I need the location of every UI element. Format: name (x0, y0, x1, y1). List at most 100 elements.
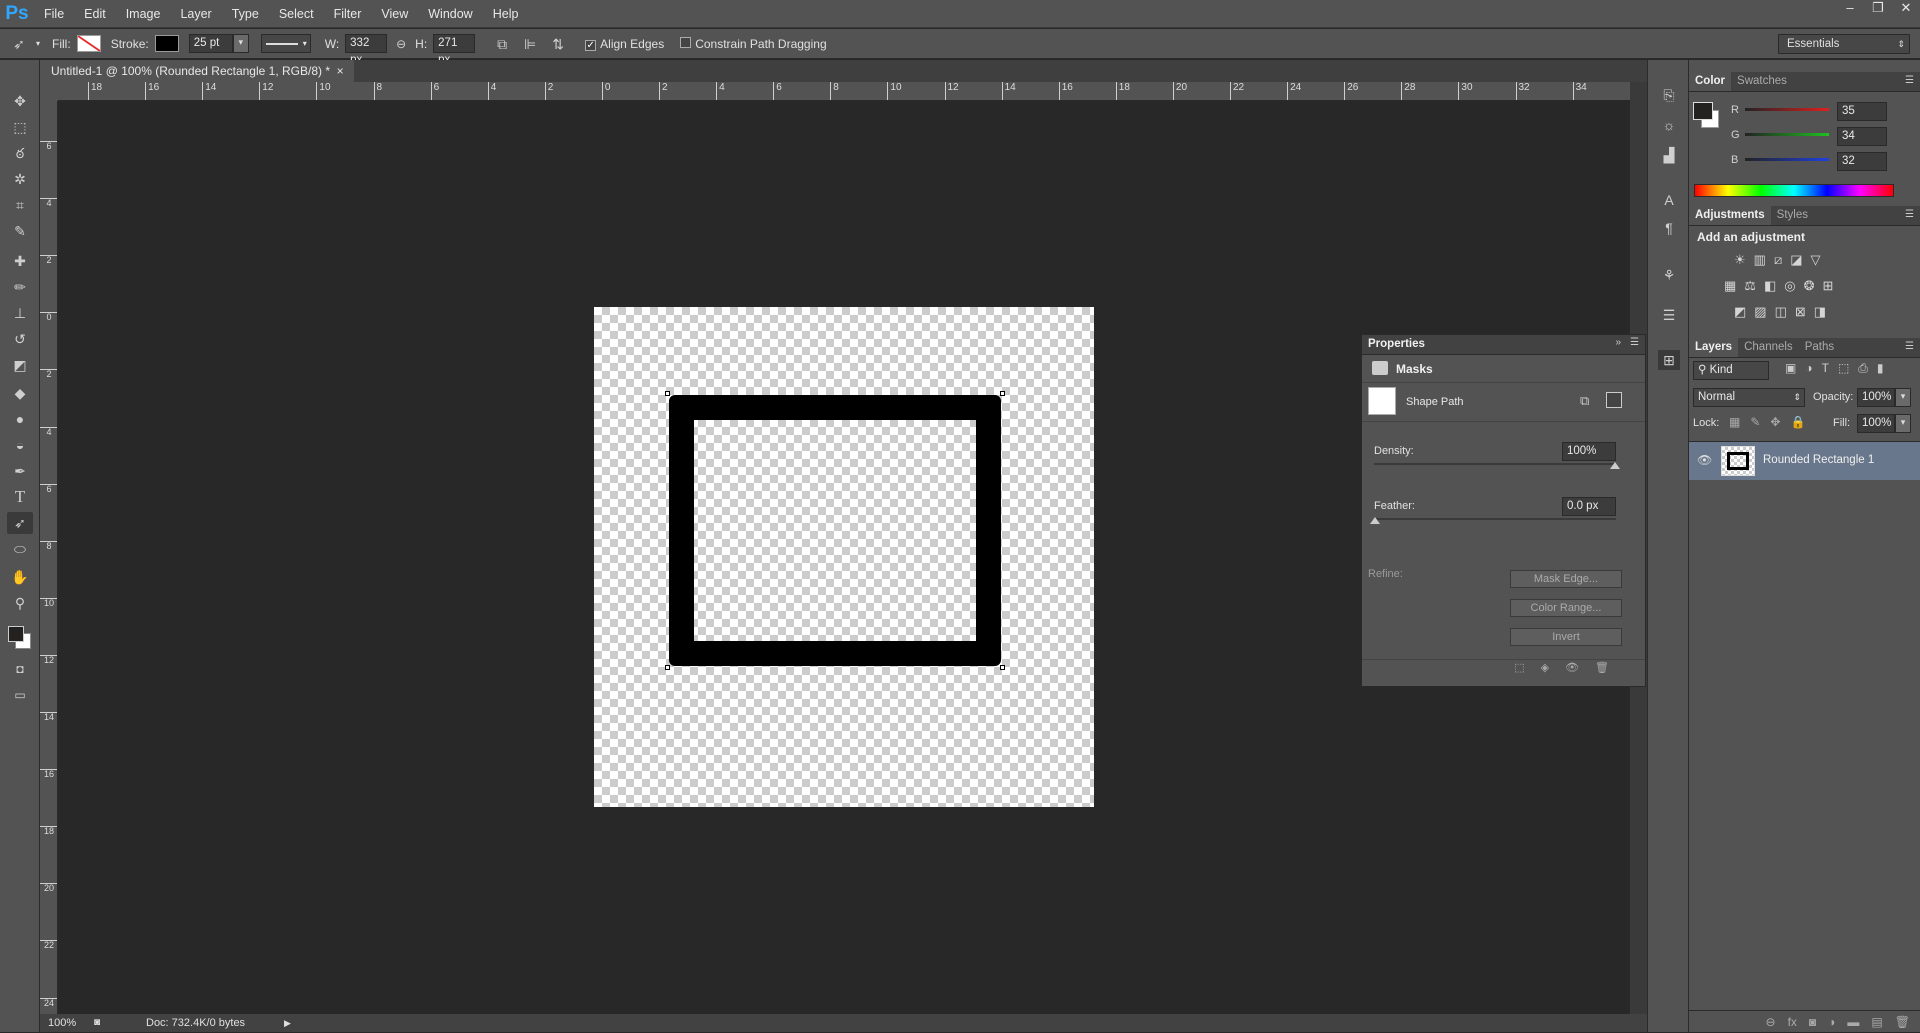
selective-color-icon[interactable]: ◨ (1814, 304, 1826, 320)
path-alignment-icon[interactable]: ⊫ (519, 34, 541, 54)
width-field[interactable]: 332 px (345, 34, 387, 53)
feather-slider[interactable] (1374, 518, 1616, 520)
delete-mask-icon[interactable]: 🗑 (1595, 660, 1609, 677)
lock-position-icon[interactable]: ✥ (1770, 415, 1780, 429)
pen-tool-icon[interactable]: ✒ (7, 460, 33, 482)
adjustment-filter-icon[interactable]: ◑ (1805, 361, 1812, 376)
threshold-icon[interactable]: ◫ (1775, 304, 1787, 320)
menu-help[interactable]: Help (483, 0, 529, 28)
tab-paths[interactable]: Paths (1799, 337, 1840, 357)
height-field[interactable]: 271 px (433, 34, 475, 53)
path-selection-tool-icon[interactable]: ➶ (8, 34, 30, 54)
type-tool-icon[interactable]: T (7, 486, 33, 508)
shape-tool-icon[interactable]: ⬭ (7, 538, 33, 560)
minimize-button[interactable]: – (1836, 0, 1864, 18)
brush-tool-icon[interactable]: ✏ (7, 276, 33, 298)
close-window-button[interactable]: ✕ (1892, 0, 1920, 18)
lasso-tool-icon[interactable]: ఠ (7, 142, 33, 164)
tab-styles[interactable]: Styles (1771, 205, 1814, 225)
close-tab-icon[interactable]: × (337, 64, 344, 78)
status-menu-arrow-icon[interactable]: ▶ (284, 1014, 291, 1032)
vibrance-icon[interactable]: ▽ (1811, 252, 1821, 268)
horizontal-ruler[interactable]: 1816141210864202468101214161820222426283… (58, 82, 1630, 101)
layer-row-rounded-rectangle[interactable]: 👁 Rounded Rectangle 1 (1689, 442, 1920, 480)
path-operations-icon[interactable]: ⧉ (491, 34, 513, 54)
opacity-dropdown[interactable]: ▾ (1895, 388, 1911, 407)
stroke-width-field[interactable]: 25 pt (189, 34, 233, 53)
menu-select[interactable]: Select (269, 0, 324, 28)
eyedropper-tool-icon[interactable]: ✎ (7, 220, 33, 242)
marquee-tool-icon[interactable]: ⬚ (7, 116, 33, 138)
red-slider[interactable] (1745, 108, 1829, 111)
menu-file[interactable]: File (34, 0, 74, 28)
mask-edge-button[interactable]: Mask Edge... (1510, 570, 1622, 588)
path-arrangement-icon[interactable]: ⇅ (547, 34, 569, 54)
brightness-icon[interactable]: ☀ (1734, 252, 1746, 268)
blue-slider[interactable] (1745, 158, 1829, 161)
color-spectrum-ramp[interactable] (1694, 184, 1894, 197)
zoom-tool-icon[interactable]: ⚲ (7, 592, 33, 614)
rounded-rectangle-shape[interactable] (669, 395, 1001, 666)
move-tool-icon[interactable]: ✥ (7, 90, 33, 112)
invert-icon[interactable]: ◩ (1734, 304, 1746, 320)
histogram-panel-icon[interactable]: ▟ (1658, 145, 1680, 165)
brush-panel-icon[interactable]: ⚘ (1658, 265, 1680, 285)
blend-mode-dropdown[interactable]: Normal⇕ (1693, 388, 1805, 407)
restore-button[interactable]: ❐ (1864, 0, 1892, 18)
feather-field[interactable]: 0.0 px (1562, 497, 1616, 516)
navigator-panel-icon[interactable]: ☼ (1658, 115, 1680, 135)
menu-image[interactable]: Image (116, 0, 171, 28)
document-canvas[interactable] (594, 307, 1094, 807)
character-panel-icon[interactable]: A (1658, 190, 1680, 210)
link-layers-icon[interactable]: ⊖ (1766, 1011, 1776, 1032)
channel-mixer-icon[interactable]: ❂ (1804, 278, 1815, 294)
zoom-level[interactable]: 100% (48, 1014, 76, 1032)
density-slider-thumb[interactable] (1610, 462, 1620, 469)
path-anchor[interactable] (1000, 665, 1005, 670)
exposure-icon[interactable]: ◪ (1790, 252, 1802, 268)
add-pixel-mask-icon[interactable]: ⧉ (1580, 393, 1589, 409)
type-filter-icon[interactable]: T (1822, 361, 1829, 376)
menu-filter[interactable]: Filter (324, 0, 372, 28)
lock-all-icon[interactable]: 🔒 (1790, 415, 1805, 429)
adjustment-layer-icon[interactable]: ◑ (1828, 1011, 1835, 1032)
panel-menu-icon[interactable]: ☰ (1630, 337, 1639, 348)
vertical-ruler[interactable]: 642024681012141618202224 (40, 101, 58, 1014)
color-lookup-icon[interactable]: ⊞ (1823, 278, 1834, 294)
properties-titlebar[interactable]: Properties » ☰ (1362, 335, 1645, 355)
lock-transparency-icon[interactable]: ▦ (1729, 415, 1740, 429)
visibility-eye-icon[interactable]: 👁 (1697, 453, 1712, 467)
path-anchor[interactable] (1000, 391, 1005, 396)
green-slider[interactable] (1745, 133, 1829, 136)
link-icon[interactable]: ⊖ (393, 34, 409, 54)
stroke-width-dropdown[interactable]: ▾ (233, 34, 249, 53)
path-anchor[interactable] (665, 665, 670, 670)
shape-filter-icon[interactable]: ⬚ (1838, 361, 1849, 376)
layer-filter-kind[interactable]: ⚲ Kind (1693, 361, 1769, 380)
panel-menu-icon[interactable]: ☰ (1905, 337, 1914, 357)
blue-value[interactable]: 32 (1837, 152, 1887, 171)
layer-name[interactable]: Rounded Rectangle 1 (1763, 454, 1874, 466)
delete-layer-icon[interactable]: 🗑 (1895, 1011, 1910, 1032)
magic-wand-tool-icon[interactable]: ✲ (7, 168, 33, 190)
fill-field[interactable]: 100% (1857, 414, 1895, 433)
shape-path-thumbnail[interactable] (1368, 387, 1396, 415)
panel-menu-icon[interactable]: ☰ (1905, 205, 1914, 225)
healing-brush-tool-icon[interactable]: ✚ (7, 250, 33, 272)
dodge-tool-icon[interactable]: ◒ (7, 434, 33, 456)
status-icon[interactable]: ◙ (94, 1014, 100, 1032)
gradient-map-icon[interactable]: ⊠ (1795, 304, 1806, 320)
toggle-mask-visibility-icon[interactable]: 👁 (1565, 660, 1579, 677)
layer-thumbnail[interactable] (1721, 446, 1755, 476)
document-tab[interactable]: Untitled-1 @ 100% (Rounded Rectangle 1, … (40, 60, 354, 82)
eraser-tool-icon[interactable]: ◩ (7, 354, 33, 376)
fill-dropdown[interactable]: ▾ (1895, 414, 1911, 433)
collapse-panel-icon[interactable]: » (1615, 337, 1621, 348)
quick-mask-icon[interactable]: ◘ (7, 658, 33, 680)
feather-slider-thumb[interactable] (1370, 517, 1380, 524)
black-white-icon[interactable]: ◧ (1764, 278, 1776, 294)
pixel-filter-icon[interactable]: ▣ (1785, 361, 1796, 376)
tab-adjustments[interactable]: Adjustments (1689, 205, 1771, 225)
menu-window[interactable]: Window (418, 0, 482, 28)
load-selection-icon[interactable]: ⬚ (1514, 660, 1524, 677)
